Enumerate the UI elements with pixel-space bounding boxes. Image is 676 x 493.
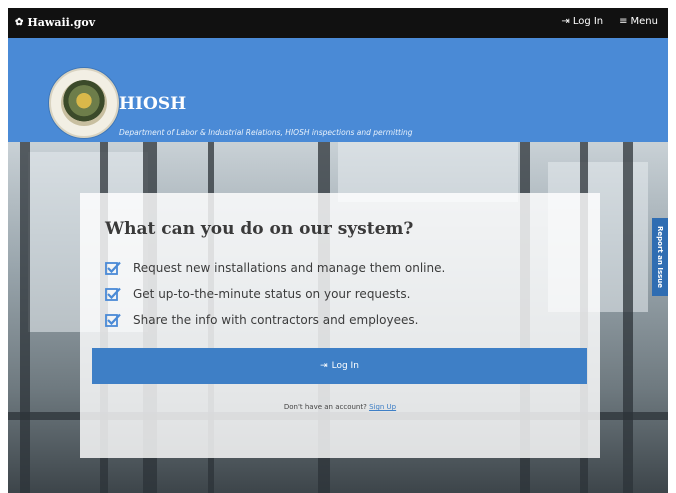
seal-emblem [61, 80, 107, 126]
site-subtitle: Department of Labor & Industrial Relatio… [119, 128, 413, 137]
info-card: What can you do on our system? Request n… [80, 193, 600, 458]
column [20, 142, 30, 493]
site-header: HIOSH Department of Labor & Industrial R… [8, 38, 668, 142]
feature-text: Get up-to-the-minute status on your requ… [133, 287, 411, 301]
signup-link[interactable]: Sign Up [369, 403, 396, 411]
feature-text: Share the info with contractors and empl… [133, 313, 419, 327]
report-issue-tab[interactable]: Report an Issue [652, 218, 668, 296]
top-login-link[interactable]: ⇥ Log In [561, 16, 603, 27]
browser-frame: ✿ Hawaii.gov ⇥ Log In ≡ Menu HIOSH Depar… [8, 8, 668, 493]
feature-item: Get up-to-the-minute status on your requ… [105, 281, 445, 307]
column [623, 142, 633, 493]
menu-link[interactable]: ≡ Menu [619, 16, 658, 27]
login-button-label: Log In [331, 361, 359, 371]
feature-text: Request new installations and manage the… [133, 261, 446, 275]
feature-list: Request new installations and manage the… [105, 255, 445, 333]
checkbox-check-icon [105, 287, 121, 301]
state-seal-icon[interactable] [49, 68, 119, 138]
top-navigation-bar: ✿ Hawaii.gov ⇥ Log In ≡ Menu [8, 8, 668, 38]
flower-icon: ✿ [15, 17, 24, 28]
login-icon: ⇥ [561, 16, 570, 27]
checkbox-check-icon [105, 313, 121, 327]
brand-label: Hawaii.gov [27, 16, 96, 29]
login-icon: ⇥ [320, 361, 328, 371]
login-button[interactable]: ⇥ Log In [92, 348, 587, 384]
feature-item: Share the info with contractors and empl… [105, 307, 445, 333]
card-heading: What can you do on our system? [105, 219, 414, 239]
signup-prompt: Don't have an account? Sign Up [80, 403, 600, 411]
checkbox-check-icon [105, 261, 121, 275]
hamburger-icon: ≡ [619, 16, 628, 27]
top-right-links: ⇥ Log In ≡ Menu [561, 16, 658, 27]
signup-prompt-text: Don't have an account? [283, 403, 367, 411]
menu-label: Menu [630, 16, 658, 27]
feature-item: Request new installations and manage the… [105, 255, 445, 281]
hawaii-gov-logo[interactable]: ✿ Hawaii.gov [15, 16, 95, 29]
site-title[interactable]: HIOSH [119, 94, 186, 114]
top-login-label: Log In [572, 16, 604, 27]
